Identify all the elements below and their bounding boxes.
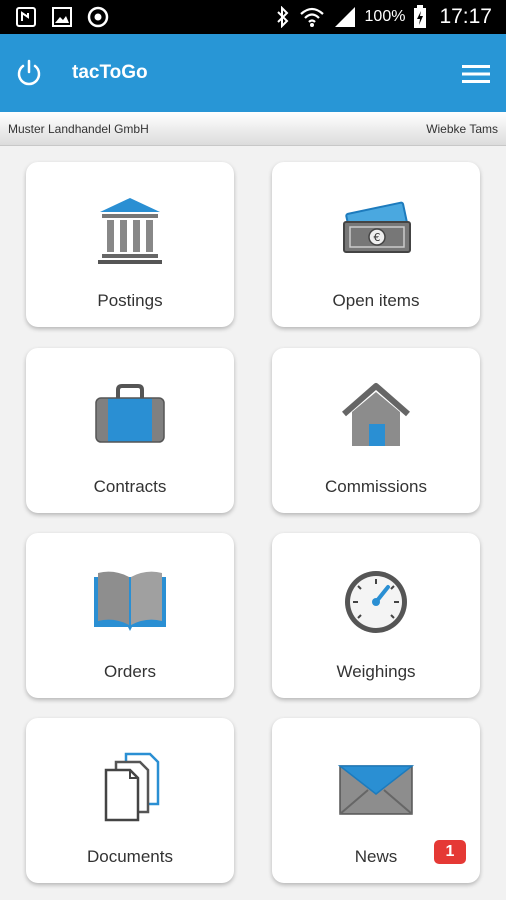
user-name: Wiebke Tams — [426, 122, 498, 136]
nfc-icon — [16, 7, 36, 27]
book-icon — [94, 571, 166, 631]
tile-label: Documents — [87, 847, 173, 866]
power-icon[interactable] — [14, 58, 44, 88]
tile-postings[interactable]: Postings — [26, 162, 234, 327]
tile-label: Weighings — [336, 662, 416, 681]
tile-label: Contracts — [93, 477, 167, 496]
wifi-icon — [299, 7, 324, 27]
app-bar: tacToGo — [0, 34, 506, 112]
tile-open-items[interactable]: € Open items — [272, 162, 480, 327]
svg-text:€: € — [374, 231, 381, 244]
envelope-icon — [337, 765, 415, 815]
tile-commissions[interactable]: Commissions — [272, 348, 480, 513]
tile-label: Commissions — [324, 477, 428, 496]
documents-icon — [104, 752, 160, 822]
account-bar: Muster Landhandel GmbH Wiebke Tams — [0, 112, 506, 146]
signal-icon — [334, 7, 355, 27]
image-icon — [52, 7, 72, 27]
tile-documents[interactable]: Documents — [26, 718, 234, 883]
battery-charging-icon — [414, 5, 427, 28]
hamburger-menu-icon[interactable] — [462, 64, 490, 84]
tile-contracts[interactable]: Contracts — [26, 348, 234, 513]
tile-label: Open items — [332, 291, 420, 310]
money-icon: € — [343, 201, 411, 253]
status-bar-left — [14, 5, 110, 29]
tile-label: Postings — [97, 291, 163, 310]
battery-percent: 100% — [364, 8, 406, 25]
tile-weighings[interactable]: Weighings — [272, 533, 480, 698]
app-title: tacToGo — [72, 62, 148, 83]
tile-news[interactable]: News 1 — [272, 718, 480, 883]
house-icon — [342, 383, 410, 446]
status-bar: 100% 17:17 — [0, 0, 506, 34]
status-bar-right: 100% 17:17 — [275, 5, 492, 29]
clock: 17:17 — [439, 5, 492, 28]
gauge-icon — [345, 571, 407, 633]
bluetooth-icon — [276, 6, 288, 28]
news-count-badge: 1 — [434, 840, 466, 864]
briefcase-icon — [95, 384, 165, 443]
bank-icon — [98, 198, 162, 264]
tile-label: Orders — [104, 662, 156, 681]
tile-orders[interactable]: Orders — [26, 533, 234, 698]
company-name: Muster Landhandel GmbH — [8, 122, 149, 136]
sync-icon — [87, 6, 109, 28]
